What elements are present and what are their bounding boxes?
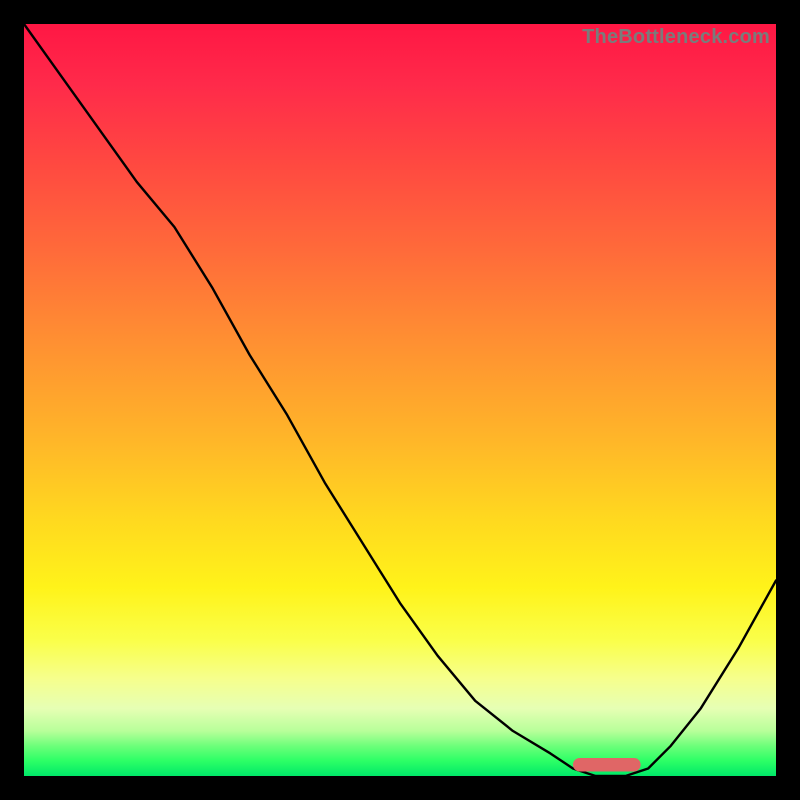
chart-frame: TheBottleneck.com bbox=[0, 0, 800, 800]
plot-area: TheBottleneck.com bbox=[24, 24, 776, 776]
chart-overlay bbox=[24, 24, 776, 776]
bottleneck-curve bbox=[24, 24, 776, 776]
optimal-range-marker bbox=[573, 758, 641, 772]
